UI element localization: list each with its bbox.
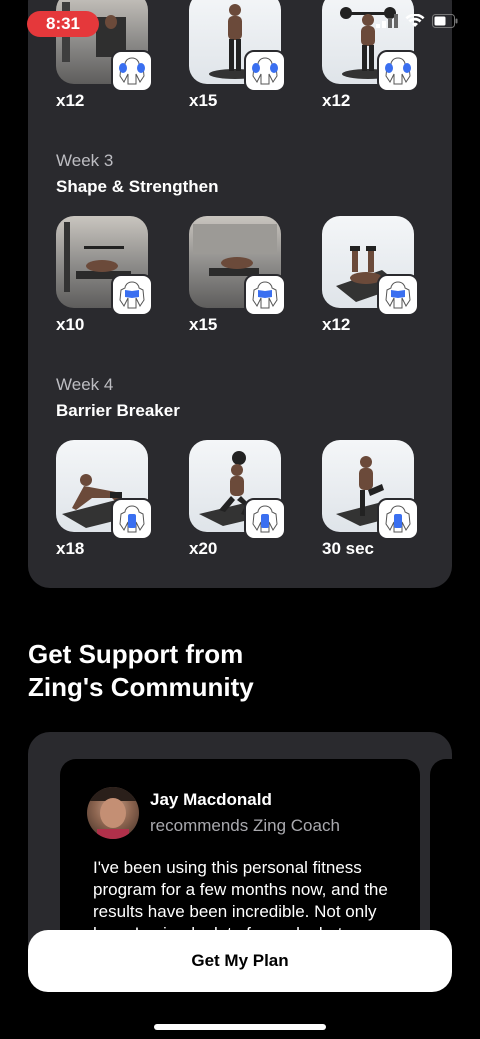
exercise-reps: x12 (322, 91, 351, 110)
signal-icon (376, 14, 398, 28)
reviewer-subtitle: recommends Zing Coach (150, 816, 340, 835)
shoulders-muscle-icon (244, 50, 286, 92)
week-title: Shape & Strengthen (56, 177, 219, 196)
exercise-item[interactable]: x20 (189, 440, 286, 558)
exercise-reps: x15 (189, 91, 218, 110)
exercise-reps: x18 (56, 539, 85, 558)
week-title: Barrier Breaker (56, 401, 180, 420)
reviewer-name: Jay Macdonald (150, 790, 272, 809)
chest-muscle-icon (244, 274, 286, 316)
exercise-item[interactable]: 30 sec (322, 440, 419, 558)
exercise-reps: 30 sec (322, 539, 374, 558)
core-muscle-icon (244, 498, 286, 540)
wifi-icon (405, 14, 425, 27)
status-icons (376, 14, 458, 28)
exercise-reps: x20 (189, 539, 218, 558)
home-indicator[interactable] (154, 1024, 326, 1030)
exercise-item[interactable]: x15 (189, 0, 286, 110)
support-heading-line: Zing's Community (28, 672, 254, 702)
avatar (87, 787, 139, 839)
chest-muscle-icon (377, 274, 419, 316)
status-time: 8:31 (27, 11, 99, 37)
exercise-reps: x12 (322, 315, 351, 334)
exercise-item[interactable]: x12 (322, 216, 419, 334)
exercise-item[interactable]: x15 (189, 216, 286, 334)
exercise-row-week-4: x18 x20 30 sec (56, 440, 419, 558)
core-muscle-icon (111, 498, 153, 540)
shoulders-muscle-icon (111, 50, 153, 92)
exercise-item[interactable]: x18 (56, 440, 153, 558)
exercise-item[interactable]: x10 (56, 216, 153, 334)
exercise-row-week-3: x10 x15 x12 (56, 216, 419, 334)
support-heading: Get Support from Zing's Community (28, 638, 254, 704)
exercise-reps: x12 (56, 91, 85, 110)
chest-muscle-icon (111, 274, 153, 316)
week-label: Week 3 (56, 151, 114, 170)
exercise-row-week-2: x12 x15 x12 (56, 0, 419, 110)
support-heading-line: Get Support from (28, 639, 244, 669)
shoulders-muscle-icon (377, 50, 419, 92)
battery-icon (432, 14, 458, 28)
get-my-plan-button[interactable]: Get My Plan (28, 930, 452, 992)
core-muscle-icon (377, 498, 419, 540)
exercise-item[interactable]: x12 (322, 0, 419, 110)
exercise-reps: x10 (56, 315, 85, 334)
week-label: Week 4 (56, 375, 114, 394)
exercise-reps: x15 (189, 315, 218, 334)
